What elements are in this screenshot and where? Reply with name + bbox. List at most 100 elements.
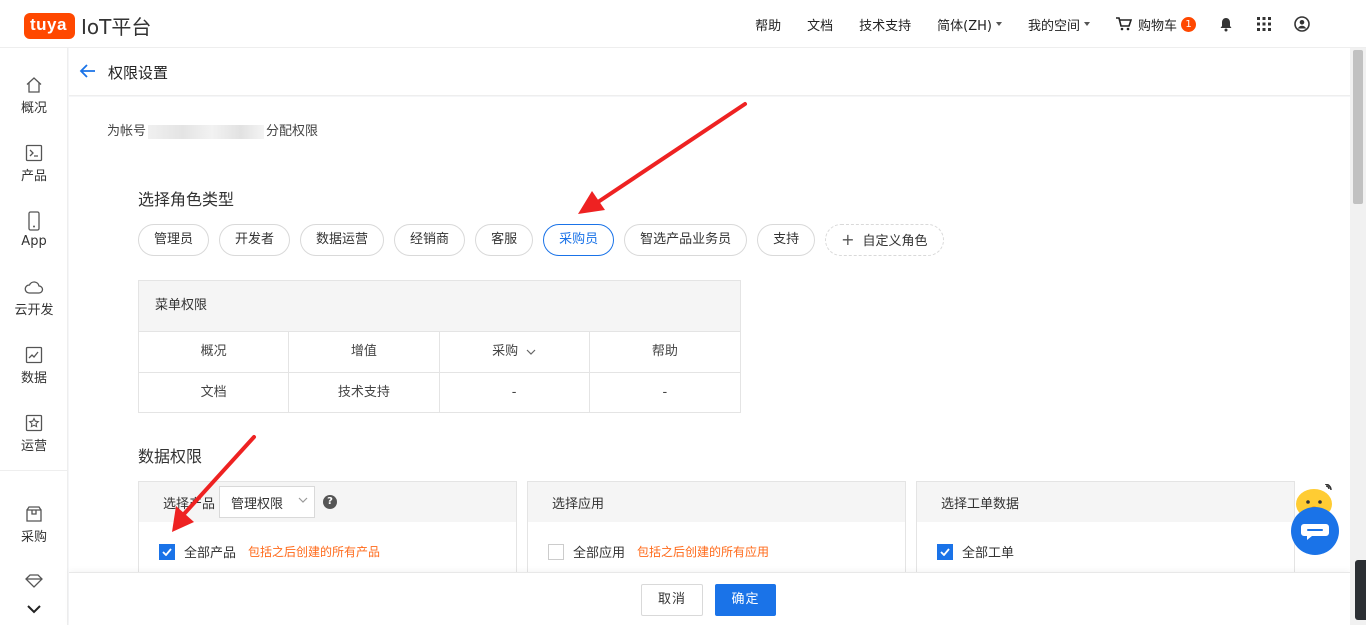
sidebar-item-label: 数据 (20, 371, 47, 386)
logo-badge: tuya (24, 12, 75, 39)
all-apps-option: 全部应用 包括之后创建的所有应用 (528, 522, 905, 561)
back-arrow-icon[interactable] (79, 62, 97, 80)
home-icon (26, 77, 42, 93)
sidebar-item-product[interactable]: 产品 (0, 144, 68, 184)
role-chip-smart-product-sales[interactable]: 智选产品业务员 (624, 224, 748, 256)
all-products-checkbox[interactable] (159, 543, 175, 560)
cloud-icon (24, 281, 44, 294)
menu-cell-expandable[interactable]: 采购 (440, 332, 590, 372)
select-product-header: 选择产品 管理权限 ? (139, 482, 516, 522)
side-tool-bar[interactable] (1355, 560, 1366, 620)
logo-text: IoT平台 (80, 15, 152, 39)
top-nav: 帮助 文档 技术支持 简体(ZH) 我的空间 购物车 1 (729, 0, 1310, 48)
all-tickets-option: 全部工单 (917, 522, 1294, 561)
select-ticket-header: 选择工单数据 (917, 482, 1294, 522)
sidebar-item-purchase[interactable]: 采购 (0, 505, 68, 545)
chevron-down-icon (298, 497, 308, 503)
custom-role-button[interactable]: + 自定义角色 (825, 224, 944, 256)
plus-icon: + (841, 230, 855, 249)
role-chip-list: 管理员 开发者 数据运营 经销商 客服 采购员 智选产品业务员 支持 + 自定义角… (138, 224, 954, 256)
cancel-button[interactable]: 取消 (641, 584, 703, 616)
nav-my-space[interactable]: 我的空间 (1028, 15, 1090, 34)
language-label: 简体(ZH) (937, 18, 992, 34)
menu-cell[interactable]: 文档 (139, 373, 290, 412)
caret-down-icon (1083, 22, 1090, 26)
select-app-title: 选择应用 (552, 496, 605, 512)
all-products-label: 全部产品 (184, 546, 237, 561)
menu-cell[interactable]: 增值 (289, 332, 440, 372)
select-app-box: 选择应用 全部应用 包括之后创建的所有应用 (527, 481, 906, 572)
all-apps-label: 全部应用 (573, 546, 626, 561)
page-title: 权限设置 (108, 64, 169, 82)
role-chip-data-ops[interactable]: 数据运营 (300, 224, 385, 256)
menu-cell[interactable]: 技术支持 (289, 373, 440, 412)
cart-label: 购物车 (1137, 18, 1177, 34)
cart-icon (1115, 17, 1132, 31)
sidebar-item-label: App (21, 234, 47, 249)
role-chip-support[interactable]: 支持 (757, 224, 816, 256)
help-question-icon[interactable]: ? (323, 495, 338, 509)
confirm-button[interactable]: 确定 (715, 584, 776, 616)
menu-permission-header: 菜单权限 (139, 281, 740, 332)
menu-cell[interactable]: 帮助 (590, 332, 740, 372)
role-chip-dealer[interactable]: 经销商 (394, 224, 466, 256)
select-app-header: 选择应用 (528, 482, 905, 522)
terminal-icon (25, 144, 43, 162)
blurred-account (148, 124, 265, 139)
custom-role-label: 自定义角色 (862, 234, 928, 249)
all-apps-hint: 包括之后创建的所有应用 (637, 545, 770, 559)
chat-assistant-button[interactable] (1290, 483, 1340, 556)
chart-icon (25, 346, 43, 364)
scrollbar-thumb[interactable] (1353, 50, 1363, 204)
diamond-icon (25, 574, 43, 588)
page-scrollbar[interactable] (1350, 48, 1366, 625)
sidebar-item-label: 产品 (20, 169, 47, 184)
logo[interactable]: tuya IoT平台 (24, 11, 151, 40)
cart-count-badge: 1 (1181, 16, 1196, 32)
role-chip-purchaser[interactable]: 采购员 (543, 224, 615, 256)
select-product-box: 选择产品 管理权限 ? 全部产品 包括之后创建的所有产品 (138, 481, 517, 572)
all-products-option: 全部产品 包括之后创建的所有产品 (139, 522, 516, 561)
role-chip-admin[interactable]: 管理员 (138, 224, 210, 256)
menu-cell: - (440, 373, 590, 412)
role-chip-customer-service[interactable]: 客服 (475, 224, 534, 256)
sidebar-item-operation[interactable]: 运营 (0, 414, 68, 454)
top-bar: tuya IoT平台 帮助 文档 技术支持 简体(ZH) 我的空间 购物车 1 (0, 0, 1366, 48)
nav-help[interactable]: 帮助 (755, 15, 781, 34)
notification-bell-icon[interactable] (1218, 16, 1234, 32)
sidebar-item-diamond[interactable] (0, 574, 68, 591)
sidebar-item-app[interactable]: App (0, 211, 68, 249)
permission-level-select[interactable]: 管理权限 (219, 486, 316, 518)
select-ticket-box: 选择工单数据 全部工单 (916, 481, 1295, 572)
user-avatar-icon[interactable] (1294, 16, 1310, 32)
menu-cell[interactable]: 概况 (139, 332, 290, 372)
page-header: 权限设置 (69, 48, 1350, 96)
select-ticket-title: 选择工单数据 (941, 496, 1020, 512)
main-content: 为帐号 分配权限 选择角色类型 管理员 开发者 数据运营 经销商 客服 采购员 智… (69, 97, 1350, 572)
sidebar-item-label: 概况 (20, 101, 47, 116)
nav-tech-support[interactable]: 技术支持 (859, 15, 911, 34)
nav-language[interactable]: 简体(ZH) (937, 15, 1002, 34)
all-tickets-checkbox[interactable] (937, 543, 953, 560)
checkmark-icon (162, 547, 172, 556)
nav-docs[interactable]: 文档 (807, 15, 833, 34)
assign-prefix: 为帐号 (107, 124, 147, 139)
sidebar-item-label: 采购 (20, 530, 47, 545)
select-product-title: 选择产品 (163, 496, 216, 512)
sidebar-item-data[interactable]: 数据 (0, 346, 68, 386)
menu-cell: - (662, 385, 668, 400)
chevron-down-icon (526, 349, 536, 355)
box-icon (26, 506, 42, 522)
nav-cart[interactable]: 购物车 1 (1115, 15, 1196, 34)
all-tickets-label: 全部工单 (962, 546, 1015, 561)
role-section-title: 选择角色类型 (138, 190, 235, 209)
all-apps-checkbox[interactable] (548, 543, 564, 560)
apps-grid-icon[interactable] (1256, 16, 1272, 32)
role-chip-developer[interactable]: 开发者 (219, 224, 291, 256)
sidebar-item-cloud-dev[interactable]: 云开发 (0, 280, 68, 318)
footer-actions: 取消 确定 (69, 572, 1350, 625)
sidebar-item-overview[interactable]: 概况 (0, 76, 68, 116)
sidebar-expand-button[interactable] (0, 604, 68, 617)
assign-account-text: 为帐号 分配权限 (107, 120, 318, 139)
caret-down-icon (995, 22, 1002, 26)
